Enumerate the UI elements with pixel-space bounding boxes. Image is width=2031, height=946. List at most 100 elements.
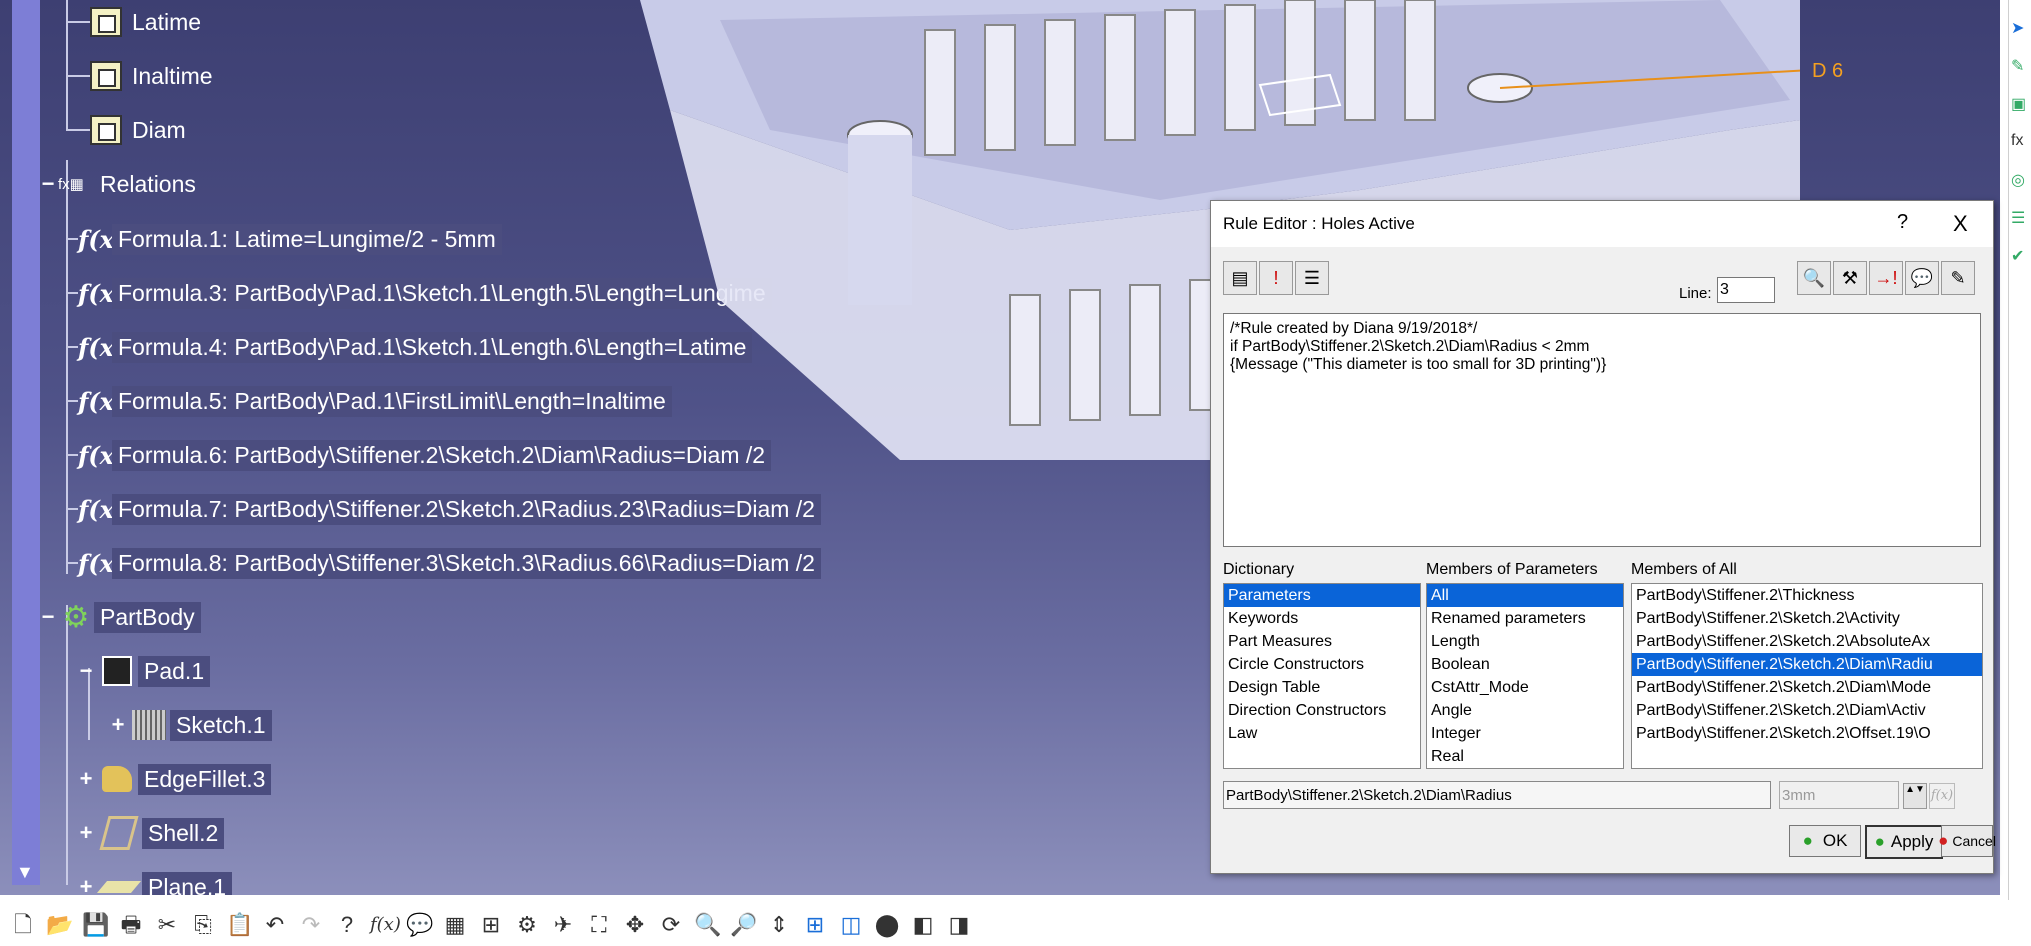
list-item[interactable]: PartBody\Stiffener.2\Sketch.2\Diam\Radiu — [1632, 653, 1982, 676]
tree-item-formula[interactable]: f(x) Formula.7: PartBody\Stiffener.2\Ske… — [66, 491, 821, 527]
paste-icon[interactable]: 📋 — [226, 912, 253, 938]
list-item[interactable]: Part Measures — [1224, 630, 1420, 653]
tree-item-plane[interactable]: + Plane.1 — [76, 869, 233, 896]
catalog-icon[interactable]: ⚙ — [514, 912, 540, 938]
dimension-label[interactable]: D 6 — [1812, 60, 1843, 83]
list-item[interactable]: Parameters — [1224, 584, 1420, 607]
tree-item-relations[interactable]: − fx▦ Relations — [38, 166, 202, 202]
list-item[interactable]: Real — [1427, 745, 1623, 768]
list-item[interactable]: Law — [1224, 722, 1420, 745]
zoom-out-icon[interactable]: 🔎 — [730, 912, 757, 938]
list-item[interactable]: Length — [1427, 630, 1623, 653]
check-icon[interactable]: ✔ — [2011, 246, 2031, 266]
comment-icon[interactable]: 💬 — [406, 912, 433, 938]
tree-item-inaltime[interactable]: Inaltime — [66, 58, 219, 94]
variable-icon[interactable]: ▤ — [1223, 261, 1257, 295]
list-item[interactable]: PartBody\Stiffener.2\Thickness — [1632, 584, 1982, 607]
expand-icon[interactable]: + — [76, 822, 96, 844]
dictionary-list[interactable]: Parameters Keywords Part Measures Circle… — [1223, 583, 1421, 769]
list-item[interactable]: PartBody\Stiffener.2\Sketch.2\AbsoluteAx — [1632, 630, 1982, 653]
parameter-icon[interactable]: ▣ — [2011, 94, 2031, 114]
spinner-icon[interactable]: ▲▼ — [1903, 783, 1927, 809]
dialog-titlebar[interactable]: Rule Editor : Holes Active ? X — [1211, 201, 1993, 247]
formula-icon[interactable]: f(x) — [370, 912, 401, 938]
selected-path-field[interactable] — [1223, 781, 1771, 809]
tree-browse-icon[interactable]: ⚒ — [1833, 261, 1867, 295]
tree-item-formula[interactable]: f(x) Formula.8: PartBody\Stiffener.3\Ske… — [66, 545, 821, 581]
members-of-parameters-list[interactable]: All Renamed parameters Length Boolean Cs… — [1426, 583, 1624, 769]
tree-icon[interactable]: ⊞ — [478, 912, 504, 938]
fit-all-icon[interactable]: ⛶ — [586, 912, 612, 938]
rotate-icon[interactable]: ⟳ — [658, 912, 684, 938]
tree-item-pad[interactable]: − Pad.1 — [76, 653, 211, 689]
pan-icon[interactable]: ✥ — [622, 912, 648, 938]
collapse-icon[interactable]: − — [76, 660, 96, 682]
sketcher-icon[interactable]: ✎ — [2011, 56, 2031, 76]
list-item[interactable]: Renamed parameters — [1427, 607, 1623, 630]
list-item[interactable]: Direction Constructors — [1224, 699, 1420, 722]
whats-this-icon[interactable]: ? — [334, 912, 360, 938]
undo-icon[interactable]: ↶ — [262, 912, 288, 938]
tree-item-formula[interactable]: f(x) Formula.5: PartBody\Pad.1\FirstLimi… — [66, 383, 672, 419]
select-icon[interactable]: ➤ — [2011, 18, 2031, 38]
collapse-icon[interactable]: − — [38, 606, 58, 628]
expand-icon[interactable]: + — [76, 768, 96, 790]
line-number-input[interactable] — [1717, 277, 1775, 303]
tree-item-diam[interactable]: Diam — [66, 112, 192, 148]
copy-icon[interactable]: ⎘ — [190, 912, 216, 938]
tree-item-formula[interactable]: f(x) Formula.1: Latime=Lungime/2 - 5mm — [66, 221, 502, 257]
cut-icon[interactable]: ✂ — [154, 912, 180, 938]
hide-show-icon[interactable]: ◧ — [910, 912, 936, 938]
eraser-icon[interactable]: ✎ — [1941, 261, 1975, 295]
members-of-all-list[interactable]: PartBody\Stiffener.2\Thickness PartBody\… — [1631, 583, 1983, 769]
fly-mode-icon[interactable]: ✈ — [550, 912, 576, 938]
tree-item-latime[interactable]: Latime — [66, 4, 207, 40]
swap-visible-icon[interactable]: ◨ — [946, 912, 972, 938]
apply-button[interactable]: ● Apply — [1865, 825, 1943, 859]
list-item[interactable]: All — [1427, 584, 1623, 607]
tree-scroll-bar[interactable] — [12, 0, 40, 885]
redo-icon[interactable]: ↷ — [298, 912, 324, 938]
expand-icon[interactable]: + — [76, 876, 96, 896]
open-folder-icon[interactable]: 📂 — [46, 912, 73, 938]
new-file-icon[interactable]: 🗋 — [10, 912, 36, 938]
tree-scroll-down-arrow[interactable]: ▼ — [16, 862, 34, 883]
formula-icon[interactable]: fx — [2011, 132, 2031, 152]
comment-icon[interactable]: 💬 — [1905, 261, 1939, 295]
help-button[interactable]: ? — [1897, 211, 1908, 234]
list-item[interactable]: PartBody\Stiffener.2\Sketch.2\Activity — [1632, 607, 1982, 630]
knowledge-icon[interactable]: ◎ — [2011, 170, 2031, 190]
tree-item-sketch[interactable]: + Sketch.1 — [108, 707, 272, 743]
tree-item-partbody[interactable]: − ⚙ PartBody — [38, 599, 201, 635]
list-item[interactable]: CstAttr_Mode — [1427, 676, 1623, 699]
list-item[interactable]: PartBody\Stiffener.2\Sketch.2\Diam\Activ — [1632, 699, 1982, 722]
value-field[interactable] — [1779, 781, 1899, 809]
cancel-button[interactable]: ● Cancel — [1938, 825, 1996, 857]
print-icon[interactable]: 🖶 — [118, 912, 144, 938]
zoom-in-icon[interactable]: 🔍 — [694, 912, 721, 938]
shading-icon[interactable]: ⬤ — [874, 912, 900, 938]
list-item[interactable]: Angle — [1427, 699, 1623, 722]
normal-view-icon[interactable]: ⇕ — [766, 912, 792, 938]
multi-view-icon[interactable]: ⊞ — [802, 912, 828, 938]
list-item[interactable]: Design Table — [1224, 676, 1420, 699]
design-table-icon[interactable]: ▦ — [442, 912, 468, 938]
tree-item-shell[interactable]: + Shell.2 — [76, 815, 225, 851]
expand-icon[interactable]: + — [108, 714, 128, 736]
close-button[interactable]: X — [1953, 211, 1968, 237]
collapse-icon[interactable]: − — [38, 173, 58, 195]
list-item[interactable]: Circle Constructors — [1224, 653, 1420, 676]
tree-item-edgefillet[interactable]: + EdgeFillet.3 — [76, 761, 272, 797]
list-item[interactable]: Keywords — [1224, 607, 1420, 630]
iso-view-icon[interactable]: ◫ — [838, 912, 864, 938]
save-icon[interactable]: 💾 — [82, 912, 109, 938]
list-item[interactable]: PartBody\Stiffener.2\Sketch.2\Diam\Mode — [1632, 676, 1982, 699]
formula-value-icon[interactable]: f(x) — [1929, 783, 1955, 809]
rule-code-editor[interactable]: /*Rule created by Diana 9/19/2018*/ if P… — [1223, 313, 1981, 547]
list-item[interactable]: Integer — [1427, 722, 1623, 745]
rule-icon[interactable]: ☰ — [2011, 208, 2031, 228]
search-icon[interactable]: 🔍 — [1797, 261, 1831, 295]
ok-button[interactable]: ● OK — [1789, 825, 1861, 857]
list-item[interactable]: Boolean — [1427, 653, 1623, 676]
parameter-filter-icon[interactable]: ☰ — [1295, 261, 1329, 295]
